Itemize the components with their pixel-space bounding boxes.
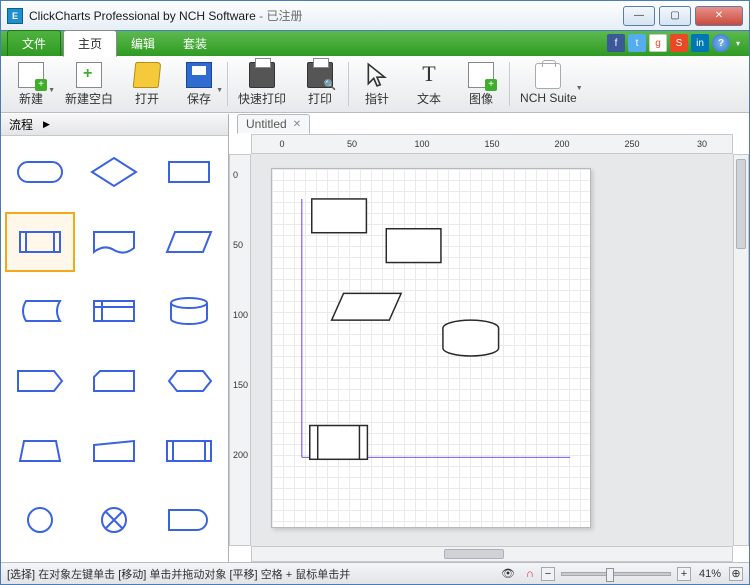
toolbar: 新建▼ 新建空白 打开 保存▼ 快速打印 打印 指针 T文本 图像 NCH Su… [1, 56, 749, 113]
title-bar: E ClickCharts Professional by NCH Softwa… [1, 1, 749, 31]
shape-palette [1, 136, 228, 562]
triangle-right-icon: ▶ [43, 119, 50, 130]
canvas-zone: Untitled ✕ 0 50 100 150 200 250 30 0 50 … [229, 114, 749, 562]
shape-document[interactable] [79, 212, 149, 272]
pointer-button[interactable]: 指针 [351, 59, 403, 110]
app-title: ClickCharts Professional by NCH Software… [29, 7, 302, 24]
close-tab-icon[interactable]: ✕ [293, 119, 301, 130]
twitter-icon[interactable]: t [628, 34, 646, 52]
pointer-icon [364, 62, 390, 88]
zoom-slider[interactable] [561, 572, 671, 576]
document-tab[interactable]: Untitled ✕ [237, 114, 310, 134]
stumbleupon-icon[interactable]: S [670, 34, 688, 52]
close-button[interactable]: ✕ [695, 6, 743, 26]
scrollbar-thumb[interactable] [736, 159, 746, 249]
linkedin-icon[interactable]: in [691, 34, 709, 52]
shape-stored-data[interactable] [5, 281, 75, 341]
menu-suite[interactable]: 套装 [169, 31, 221, 56]
canvas-viewport[interactable] [251, 154, 733, 546]
shape-decision[interactable] [79, 142, 149, 202]
nch-suite-button[interactable]: NCH Suite▼ [512, 60, 585, 108]
app-icon: E [7, 8, 23, 24]
vertical-scrollbar[interactable] [733, 154, 749, 546]
open-button[interactable]: 打开 [121, 59, 173, 110]
zoom-thumb[interactable] [606, 568, 614, 582]
eye-icon[interactable]: 👁 [500, 567, 516, 581]
shape-connector[interactable] [5, 490, 75, 550]
drawing-page[interactable] [271, 168, 591, 528]
horizontal-scrollbar[interactable] [251, 546, 733, 562]
minimize-button[interactable]: — [623, 6, 655, 26]
save-button[interactable]: 保存▼ [173, 59, 225, 110]
shape-terminator[interactable] [5, 142, 75, 202]
shape-sum-junction[interactable] [79, 490, 149, 550]
zoom-out-button[interactable]: − [541, 567, 555, 581]
print-button[interactable]: 打印 [294, 59, 346, 110]
shape-data[interactable] [154, 212, 224, 272]
separator [509, 62, 510, 106]
shape-delay[interactable] [154, 490, 224, 550]
new-blank-button[interactable]: 新建空白 [57, 59, 121, 110]
shape-process[interactable] [154, 142, 224, 202]
shapes-sidebar: 流程▶ [1, 114, 229, 562]
sidebar-category-header[interactable]: 流程▶ [1, 114, 228, 136]
shape-card[interactable] [79, 351, 149, 411]
print-icon [249, 62, 275, 88]
chevron-down-icon[interactable]: ▼ [216, 87, 223, 94]
separator [227, 62, 228, 106]
shape-predefined-process[interactable] [5, 212, 75, 272]
scrollbar-thumb[interactable] [444, 549, 504, 559]
save-icon [186, 62, 212, 88]
image-icon [468, 62, 494, 88]
zoom-in-button[interactable]: + [677, 567, 691, 581]
menu-bar: 文件 主页 编辑 套装 f t g S in ? ▾ [1, 31, 749, 56]
new-button[interactable]: 新建▼ [5, 59, 57, 110]
separator [348, 62, 349, 106]
menu-home[interactable]: 主页 [63, 30, 117, 57]
menu-edit[interactable]: 编辑 [117, 31, 169, 56]
shape-internal-storage[interactable] [79, 281, 149, 341]
google-plus-icon[interactable]: g [649, 34, 667, 52]
text-icon: T [416, 62, 442, 88]
shape-manual-input[interactable] [5, 421, 75, 481]
quick-print-button[interactable]: 快速打印 [230, 59, 294, 110]
menu-file[interactable]: 文件 [7, 30, 61, 56]
shape-subroutine[interactable] [154, 421, 224, 481]
vertical-ruler: 0 50 100 150 200 [229, 154, 251, 546]
chevron-down-icon[interactable]: ▼ [48, 87, 55, 94]
document-tab-label: Untitled [246, 117, 287, 131]
zoom-fit-button[interactable]: ⊕ [729, 567, 743, 581]
print-preview-icon [307, 62, 333, 88]
new-icon [18, 62, 44, 88]
open-folder-icon [133, 62, 162, 88]
text-button[interactable]: T文本 [403, 59, 455, 110]
image-button[interactable]: 图像 [455, 59, 507, 110]
shape-database[interactable] [154, 281, 224, 341]
new-blank-icon [76, 62, 102, 88]
maximize-button[interactable]: ▢ [659, 6, 691, 26]
facebook-icon[interactable]: f [607, 34, 625, 52]
horizontal-ruler: 0 50 100 150 200 250 30 [251, 134, 733, 154]
status-bar: [选择] 在对象左键单击 [移动] 单击并拖动对象 [平移] 空格 + 鼠标单击… [1, 562, 749, 584]
shape-offpage[interactable] [79, 421, 149, 481]
help-icon[interactable]: ? [712, 34, 730, 52]
shape-manual-op[interactable] [5, 351, 75, 411]
chevron-down-icon[interactable]: ▼ [576, 85, 583, 92]
help-dropdown-icon[interactable]: ▾ [733, 34, 743, 52]
suite-icon [535, 63, 561, 89]
shape-display[interactable] [154, 351, 224, 411]
work-area: 流程▶ Untitled ✕ [1, 114, 749, 562]
zoom-value: 41% [699, 568, 721, 580]
magnet-icon[interactable]: ∩ [522, 567, 538, 581]
